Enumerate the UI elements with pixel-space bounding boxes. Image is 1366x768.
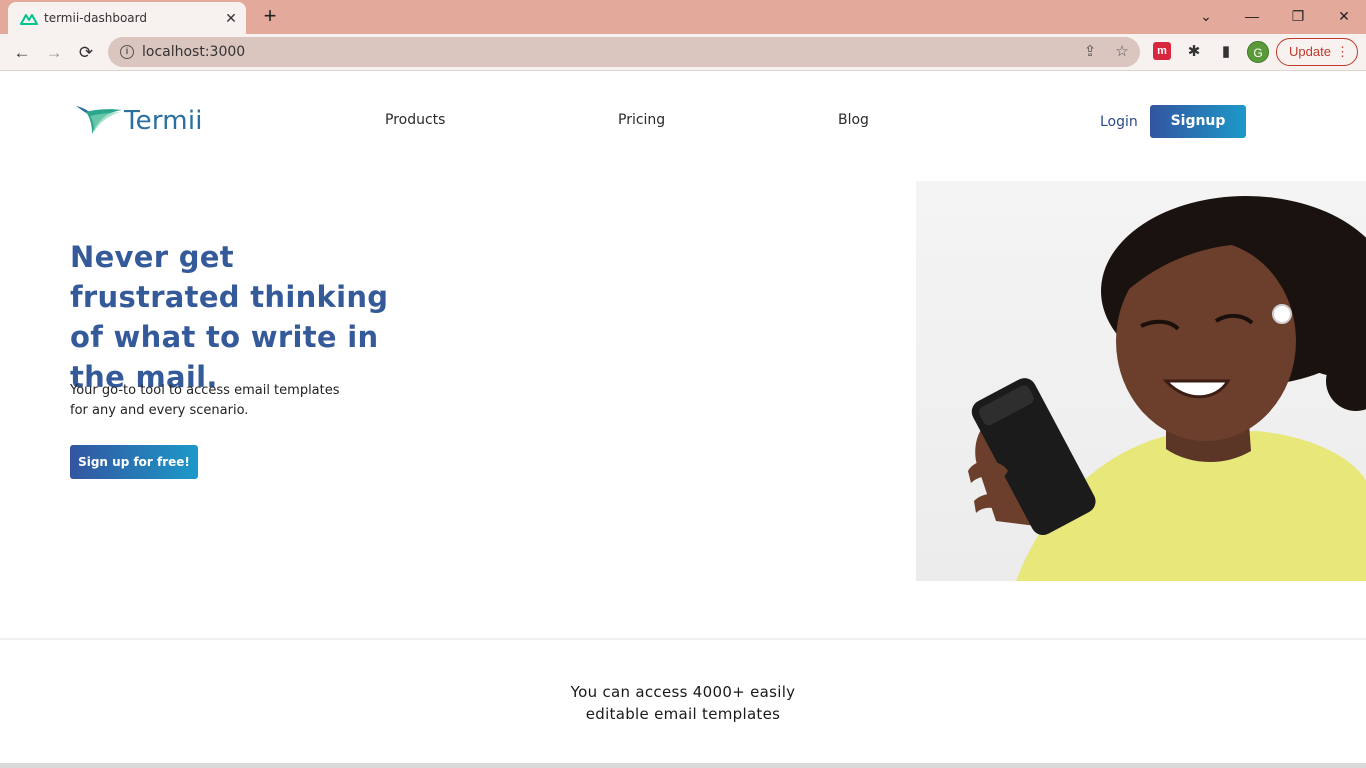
hero-title: Never get frustrated thinking of what to… bbox=[70, 240, 389, 394]
forward-icon[interactable]: → bbox=[41, 40, 67, 66]
browser-toolbar: ← → ⟳ i localhost:3000 ⇪ ☆ m ✱ ▮ G Updat… bbox=[0, 34, 1366, 71]
nav-blog[interactable]: Blog bbox=[838, 112, 869, 128]
logo-wordmark: Termii bbox=[124, 106, 203, 136]
address-url[interactable]: localhost:3000 bbox=[142, 44, 245, 60]
extensions-puzzle-icon[interactable]: ✱ bbox=[1184, 42, 1204, 62]
restore-icon[interactable]: ❐ bbox=[1278, 4, 1318, 28]
section-divider bbox=[0, 638, 1366, 640]
new-tab-button[interactable]: + bbox=[258, 5, 282, 29]
page-content: Termii Products Pricing Blog Login Signu… bbox=[0, 71, 1366, 768]
browser-tab-strip: termii-dashboard ✕ + ⌄ — ❐ ✕ bbox=[0, 0, 1366, 34]
hero-subtitle: Your go-to tool to access email template… bbox=[70, 383, 340, 418]
tab-search-icon[interactable]: ⌄ bbox=[1186, 4, 1226, 28]
update-button[interactable]: Update ⋮ bbox=[1276, 38, 1358, 66]
update-label: Update bbox=[1289, 44, 1331, 59]
termii-bird-icon bbox=[76, 106, 122, 134]
templates-line-2: editable email templates bbox=[585, 705, 781, 723]
nav-pricing[interactable]: Pricing bbox=[618, 112, 665, 128]
browser-tab-active[interactable]: termii-dashboard ✕ bbox=[8, 2, 246, 34]
window-bottom-edge bbox=[0, 763, 1366, 768]
login-link[interactable]: Login bbox=[1100, 114, 1138, 130]
extension-red-icon[interactable]: m bbox=[1153, 42, 1171, 60]
signup-button[interactable]: Signup bbox=[1150, 105, 1246, 138]
signup-free-button[interactable]: Sign up for free! bbox=[70, 445, 198, 479]
nav-products[interactable]: Products bbox=[385, 112, 445, 128]
minimize-icon[interactable]: — bbox=[1232, 4, 1272, 28]
tab-title: termii-dashboard bbox=[44, 11, 147, 25]
woman-with-phone-illustration bbox=[968, 196, 1366, 581]
more-menu-icon: ⋮ bbox=[1336, 44, 1349, 59]
termii-logo[interactable]: Termii bbox=[76, 104, 206, 136]
share-icon[interactable]: ⇪ bbox=[1080, 43, 1100, 61]
hero-image bbox=[916, 181, 1366, 581]
templates-count-text: You can access 4000+ easily editable ema… bbox=[0, 681, 1366, 725]
templates-line-1: You can access 4000+ easily bbox=[570, 683, 796, 701]
address-bar[interactable]: i localhost:3000 ⇪ ☆ bbox=[108, 37, 1140, 67]
window-close-icon[interactable]: ✕ bbox=[1324, 4, 1364, 28]
reload-icon[interactable]: ⟳ bbox=[73, 40, 99, 66]
tab-close-icon[interactable]: ✕ bbox=[222, 9, 240, 27]
nuxt-favicon-icon bbox=[20, 14, 38, 25]
back-icon[interactable]: ← bbox=[9, 40, 35, 66]
profile-avatar[interactable]: G bbox=[1247, 41, 1269, 63]
bookmark-star-icon[interactable]: ☆ bbox=[1112, 43, 1132, 61]
side-panel-icon[interactable]: ▮ bbox=[1216, 42, 1236, 62]
site-info-icon[interactable]: i bbox=[120, 45, 134, 59]
